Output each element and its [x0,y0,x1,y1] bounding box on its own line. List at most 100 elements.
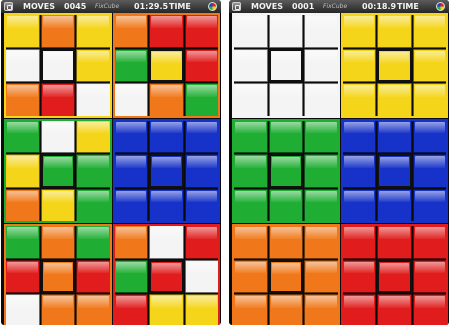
tile[interactable] [5,188,40,222]
tile[interactable] [412,83,447,117]
tile[interactable] [40,48,75,82]
tile[interactable] [233,14,268,48]
tile[interactable] [268,294,303,325]
tile[interactable] [149,48,184,82]
tile[interactable] [40,83,75,117]
menu-icon[interactable] [232,2,241,11]
tile[interactable] [377,259,412,293]
tile[interactable] [149,294,184,325]
tile[interactable] [40,188,75,222]
tile[interactable] [377,14,412,48]
tile[interactable] [40,225,75,259]
tile[interactable] [377,48,412,82]
tile[interactable] [40,259,75,293]
tile[interactable] [341,119,376,153]
color-wheel-icon[interactable] [208,2,217,11]
tile[interactable] [304,14,339,48]
tile[interactable] [377,225,412,259]
tile[interactable] [76,259,111,293]
tile[interactable] [377,154,412,188]
tile[interactable] [5,48,40,82]
tile[interactable] [149,188,184,222]
tile[interactable] [412,294,447,325]
tile[interactable] [113,83,148,117]
tile[interactable] [341,154,376,188]
tile[interactable] [113,294,148,325]
tile[interactable] [113,14,148,48]
tile[interactable] [113,188,148,222]
tile[interactable] [233,225,268,259]
tile[interactable] [76,294,111,325]
tile[interactable] [76,48,111,82]
tile[interactable] [341,188,376,222]
tile[interactable] [268,14,303,48]
tile[interactable] [377,294,412,325]
tile[interactable] [412,259,447,293]
tile[interactable] [304,225,339,259]
tile[interactable] [40,119,75,153]
tile[interactable] [412,188,447,222]
tile[interactable] [233,188,268,222]
tile[interactable] [341,225,376,259]
tile[interactable] [184,225,219,259]
tile[interactable] [40,14,75,48]
tile[interactable] [5,119,40,153]
tile[interactable] [5,294,40,325]
tile[interactable] [268,225,303,259]
tile[interactable] [5,259,40,293]
tile[interactable] [113,48,148,82]
tile[interactable] [76,83,111,117]
tile[interactable] [304,119,339,153]
tile[interactable] [184,294,219,325]
tile[interactable] [5,154,40,188]
tile[interactable] [5,225,40,259]
tile[interactable] [304,294,339,325]
tile[interactable] [412,154,447,188]
tile[interactable] [233,119,268,153]
tile[interactable] [184,259,219,293]
tile[interactable] [377,83,412,117]
tile[interactable] [76,154,111,188]
tile[interactable] [184,188,219,222]
tile[interactable] [341,14,376,48]
tile[interactable] [304,259,339,293]
tile[interactable] [377,119,412,153]
tile[interactable] [412,48,447,82]
tile[interactable] [149,225,184,259]
tile[interactable] [184,48,219,82]
tile[interactable] [184,14,219,48]
color-wheel-icon[interactable] [436,2,445,11]
tile[interactable] [268,48,303,82]
tile[interactable] [341,83,376,117]
tile[interactable] [233,294,268,325]
tile[interactable] [268,119,303,153]
tile[interactable] [149,154,184,188]
tile[interactable] [377,188,412,222]
tile[interactable] [304,188,339,222]
tile[interactable] [40,294,75,325]
tile[interactable] [304,154,339,188]
tile[interactable] [268,154,303,188]
tile[interactable] [76,14,111,48]
tile[interactable] [113,225,148,259]
tile[interactable] [149,14,184,48]
tile[interactable] [412,14,447,48]
tile[interactable] [341,48,376,82]
tile[interactable] [304,48,339,82]
tile[interactable] [233,259,268,293]
tile[interactable] [341,294,376,325]
tile[interactable] [5,83,40,117]
tile[interactable] [233,83,268,117]
tile[interactable] [341,259,376,293]
tile[interactable] [304,83,339,117]
tile[interactable] [113,119,148,153]
tile[interactable] [5,14,40,48]
tile[interactable] [268,259,303,293]
tile[interactable] [149,259,184,293]
tile[interactable] [184,154,219,188]
tile[interactable] [412,225,447,259]
tile[interactable] [184,83,219,117]
tile[interactable] [412,119,447,153]
tile[interactable] [233,154,268,188]
tile[interactable] [268,188,303,222]
